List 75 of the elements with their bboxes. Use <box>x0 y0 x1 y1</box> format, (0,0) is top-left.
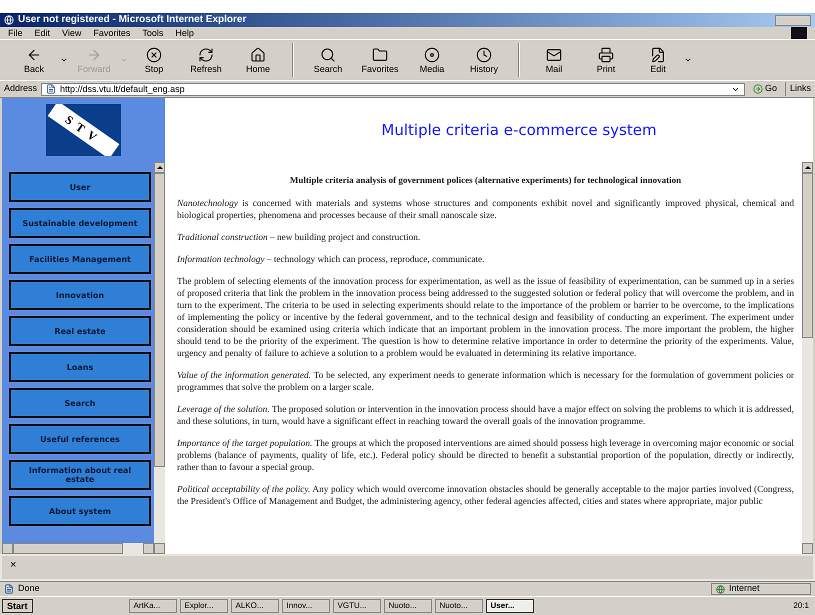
toolbar-button[interactable]: Stop <box>128 46 180 74</box>
nav-button[interactable]: Information about real estate <box>9 460 151 490</box>
vertical-scrollbar[interactable] <box>154 162 165 554</box>
toolbar-button[interactable]: Search <box>302 46 354 74</box>
window-controls[interactable] <box>775 14 811 26</box>
taskbar-button[interactable]: Nuoto... <box>434 599 483 613</box>
horizontal-scrollbar[interactable] <box>2 543 154 554</box>
nav-button[interactable]: Useful references <box>9 424 151 454</box>
toolbar-button[interactable]: Home <box>232 46 284 74</box>
taskbar-button[interactable]: ArtKa... <box>128 599 177 613</box>
taskbar-button[interactable]: Nuoto... <box>384 599 432 613</box>
printer-icon <box>598 46 614 62</box>
taskbar-button[interactable]: Innov... <box>282 599 330 613</box>
taskbar-button[interactable]: VGTU... <box>332 599 381 613</box>
nav-button[interactable]: Loans <box>9 352 151 382</box>
paragraph: Political acceptability of the policy. Any policy which would overcome innovation obstacles should be generally acceptable to the major parties involved (Congress, the President's Office of Management and Budget, the administering agency, other federal agencies affected, cities and states where appropriate, major public <box>177 484 794 508</box>
paragraph: Importance of the target population. The groups at which the proposed interventions are aimed should possess high leverage in overcoming major economic or social problems (balance of payments, quality of life, etc.). Federal policy should be directed to benefit a substantial proportion of the population, directly or indirectly, rather than to favour a special group. <box>177 438 794 474</box>
start-button[interactable]: Start <box>2 599 33 613</box>
toolbar-button[interactable]: Print <box>580 46 632 74</box>
close-button[interactable]: × <box>10 560 16 571</box>
toolbar-button[interactable]: Mail <box>528 46 580 74</box>
taskbar-button[interactable]: Explor... <box>180 599 228 613</box>
toolbar-button[interactable]: Refresh <box>180 46 232 74</box>
mail-icon <box>546 46 562 62</box>
caret-icon[interactable] <box>684 56 692 64</box>
disc-icon <box>424 46 440 62</box>
zone-label: Internet <box>729 582 760 596</box>
nav-button[interactable]: Search <box>9 388 151 418</box>
links-label[interactable]: Links <box>784 82 811 96</box>
clock: 20:1 <box>793 600 810 612</box>
taskbar-button[interactable]: ALKO... <box>230 599 279 613</box>
paragraph: Nanotechnology is concerned with materials and systems whose structures and components exhibit novel and significantly improved physical, chemical and biological properties, phenomena and processes because of their small nanoscale size. <box>177 198 794 222</box>
menu-item[interactable]: Edit <box>34 28 50 38</box>
menu-item[interactable]: Favorites <box>93 28 130 38</box>
menu-item[interactable]: View <box>62 28 82 38</box>
paragraph: Traditional construction – new building project and construction. <box>177 232 422 244</box>
stop-icon <box>146 46 162 62</box>
nav-button[interactable]: User <box>9 172 151 202</box>
nav-button[interactable]: Sustainable development <box>9 208 151 238</box>
page-icon <box>46 84 56 94</box>
go-button[interactable]: Go <box>748 82 781 96</box>
toolbar-button[interactable]: Back <box>8 46 60 74</box>
taskbar-button[interactable]: User... <box>486 599 534 613</box>
toolbar-button[interactable]: Favorites <box>354 46 406 74</box>
browser-icon <box>4 15 14 25</box>
clock-icon <box>476 46 492 62</box>
caret-icon[interactable] <box>60 56 68 64</box>
menu-item[interactable]: File <box>8 28 23 38</box>
menu-item[interactable]: Tools <box>142 28 164 38</box>
search-icon <box>320 46 336 62</box>
window-title: User not registered - Microsoft Internet Explorer <box>18 15 246 25</box>
vertical-scrollbar[interactable] <box>802 162 813 554</box>
page-icon <box>4 584 14 594</box>
toolbar-button[interactable]: Media <box>406 46 458 74</box>
status-text: Done <box>18 582 41 596</box>
toolbar-button[interactable]: Edit <box>632 46 684 74</box>
menu-item[interactable]: Help <box>175 28 194 38</box>
home-icon <box>250 46 266 62</box>
address-label: Address <box>4 82 38 96</box>
paragraph: Leverage of the solution. The proposed solution or intervention in the innovation process should have a major effect on solving the problems to which it is addressed, and these solutions, in turn, would have a significant effect in reaching toward the overall goals of the innovation programme. <box>177 404 794 428</box>
globe-icon <box>716 584 725 594</box>
paragraph: The problem of selecting elements of the innovation process for experimentation, as well as the issue of feasibility of experimentation, can be summed up in a series of proposed criteria that link the problem in the innovation process being addressed to the suggested solution or federal policy that will overcome the problem, and in turn to the experiment. The criteria to be used in selecting experiments should relate to the importance of the problem or barrier to be overcome, to the implications of implementing the policy or incentive by the federal government, and to the technical design and feasibility of conducting an experiment. The experiment under consideration should be examined using criteria which indicate that an important problem in the innovation process. The more important the problem, the higher should tend to be the priority of the experiment. The question is how to determine relative importance in order to determine the priority of the experiments. Value, urgency and penalty of failure to achieve a solution to a problem would be evaluated in determining its relative importance. <box>177 276 794 360</box>
edit-icon <box>650 46 666 62</box>
nav-button[interactable]: Innovation <box>9 280 151 310</box>
address-field[interactable]: http://dss.vtu.lt/default_eng.asp <box>41 82 745 96</box>
nav-button[interactable]: About system <box>9 496 151 526</box>
nav-button[interactable]: Facilities Management <box>9 244 151 274</box>
refresh-icon <box>198 46 214 62</box>
nav-button[interactable]: Real estate <box>9 316 151 346</box>
paragraph: Information technology – technology which can process, reproduce, communicate. <box>177 254 486 266</box>
article-heading: Multiple criteria analysis of government polices (alternative experiments) for technological innovation <box>288 174 682 186</box>
paragraph: Value of the information generated. To be selected, any experiment needs to generate information which is necessary for the formulation of government policies or programmes that solve the problem on a larger scale. <box>177 370 794 394</box>
page-title: Multiple criteria e-commerce system <box>380 120 657 141</box>
folder-icon <box>372 46 388 62</box>
toolbar-button[interactable]: History <box>458 46 510 74</box>
